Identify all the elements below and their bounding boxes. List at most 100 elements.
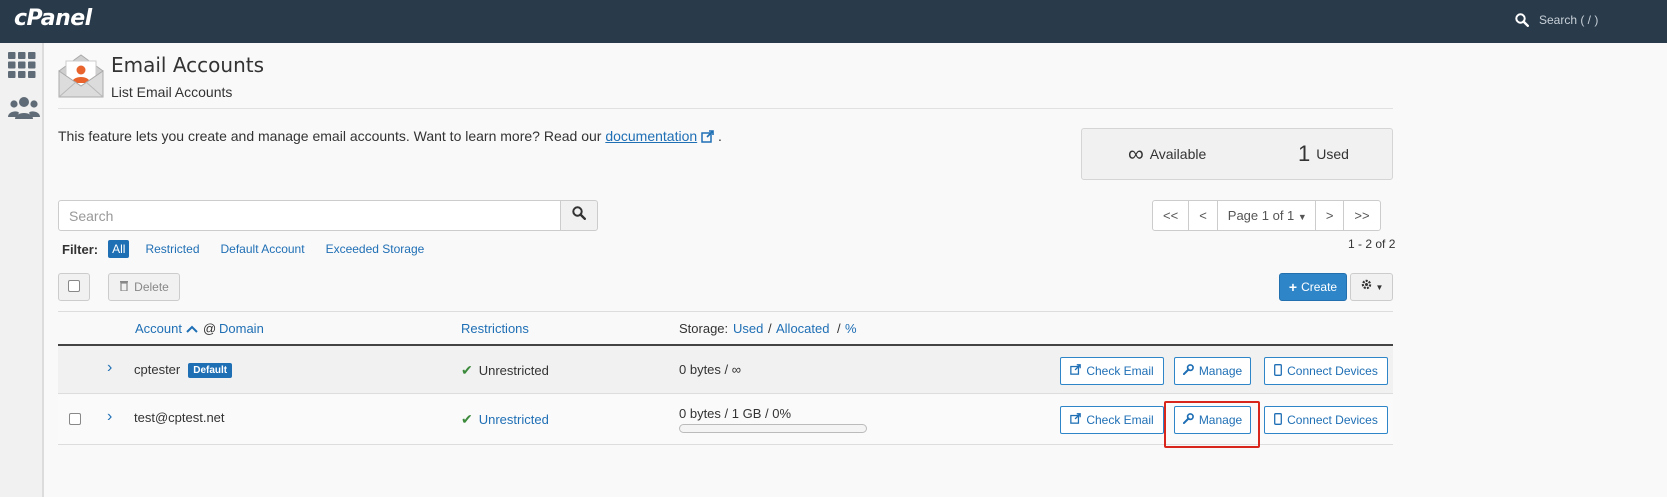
page-select[interactable]: Page 1 of 1 ▼ [1218,201,1316,230]
sort-asc-icon [185,321,198,336]
result-count: 1 - 2 of 2 [1348,237,1396,251]
page-select-label: Page 1 of 1 [1227,208,1295,223]
storage-separator: / [768,321,772,336]
trash-icon [119,280,129,294]
check-email-button[interactable]: Check Email [1060,357,1164,385]
check-email-label: Check Email [1086,364,1154,378]
intro-end: . [717,128,722,144]
search-icon [572,206,587,225]
connect-devices-button[interactable]: Connect Devices [1264,406,1388,434]
used-label: Used [1316,146,1349,162]
prev-page-button[interactable]: < [1189,201,1218,230]
manage-button[interactable]: Manage [1174,357,1251,385]
expand-row-icon[interactable]: › [107,359,112,377]
check-email-label: Check Email [1086,413,1154,427]
global-search-placeholder: Search ( / ) [1539,13,1599,27]
last-page-button[interactable]: >> [1344,201,1379,230]
connect-devices-label: Connect Devices [1287,364,1378,378]
filter-bar: Filter: All Restricted Default Account E… [62,240,445,258]
storage-separator: / [837,321,841,336]
available-value: ∞ [1128,141,1144,166]
row-checkbox[interactable] [69,413,81,425]
restriction-link[interactable]: Unrestricted [479,412,549,427]
sort-account-header[interactable]: Account [135,321,198,336]
users-icon[interactable] [8,95,40,123]
filter-restricted[interactable]: Restricted [145,242,199,256]
table-row: › test@cptest.net ✔ Unrestricted 0 bytes … [58,395,1393,448]
expand-row-icon[interactable]: › [107,408,112,426]
available-stat: ∞ Available [1128,141,1206,167]
used-stat: 1 Used [1298,141,1349,167]
sort-percent-header[interactable]: % [845,321,857,336]
settings-dropdown[interactable]: ▼ [1350,273,1393,301]
storage-progress-bar [679,424,867,433]
plus-icon: + [1288,279,1298,295]
account-header-label: Account [135,321,182,336]
check-email-button[interactable]: Check Email [1060,406,1164,434]
connect-devices-button[interactable]: Connect Devices [1264,357,1388,385]
search-input[interactable]: Search [58,200,561,231]
filter-label: Filter: [62,241,99,257]
manage-label: Manage [1198,364,1243,378]
external-link-icon[interactable] [701,130,714,146]
wrench-icon [1182,364,1194,378]
filter-exceeded-storage[interactable]: Exceeded Storage [326,242,425,256]
account-name: cptester Default [134,362,233,378]
storage-value: 0 bytes / ∞ [679,362,742,377]
checkmark-icon: ✔ [461,411,473,427]
sort-domain-header[interactable]: Domain [219,321,264,336]
search-icon [1515,13,1529,27]
available-label: Available [1149,146,1207,162]
table-header: Account @ Domain Restrictions Storage: U… [58,311,1393,346]
page-subtitle: List Email Accounts [111,84,233,100]
global-search[interactable]: Search ( / ) [1515,13,1598,27]
storage-value: 0 bytes / 1 GB / 0% [679,406,791,421]
page-header: Email Accounts List Email Accounts [58,53,1393,109]
delete-button[interactable]: Delete [108,273,180,301]
connect-devices-label: Connect Devices [1287,413,1378,427]
first-page-button[interactable]: << [1153,201,1190,230]
storage-header-label: Storage: [679,321,729,336]
intro-text: This feature lets you create and manage … [58,128,722,146]
table-row: › cptester Default ✔ Unrestricted 0 bytes … [58,346,1393,394]
search-button[interactable] [560,200,598,231]
delete-label: Delete [134,280,169,294]
sort-allocated-header[interactable]: Allocated [776,321,829,336]
create-label: Create [1301,280,1338,294]
account-stats: ∞ Available 1 Used [1081,128,1393,180]
mobile-icon [1274,363,1283,379]
checkmark-icon: ✔ [461,362,473,378]
gear-icon [1360,278,1373,296]
account-email: test@cptest.net [134,410,225,425]
caret-down-icon: ▼ [1375,282,1384,292]
page-title: Email Accounts [111,53,265,77]
restriction-label: Unrestricted [478,363,549,378]
at-separator: @ [203,321,217,336]
create-button[interactable]: + Create [1279,273,1347,301]
caret-down-icon: ▼ [1297,212,1307,222]
restriction-status: ✔ Unrestricted [461,362,549,379]
filter-all[interactable]: All [108,240,130,258]
mobile-icon [1274,412,1283,428]
sidebar [0,43,44,497]
documentation-link[interactable]: documentation [605,128,697,144]
external-link-icon [1070,413,1082,427]
cpanel-logo[interactable]: cPanel [14,6,92,31]
sort-restrictions-header[interactable]: Restrictions [461,321,529,336]
intro-body: This feature lets you create and manage … [58,128,606,144]
grid-icon[interactable] [8,52,36,80]
pagination: << < Page 1 of 1 ▼ > >> [1152,200,1381,231]
top-bar: cPanel Search ( / ) [0,0,1667,43]
select-all-checkbox[interactable] [68,280,80,292]
filter-default-account[interactable]: Default Account [221,242,305,256]
sort-used-header[interactable]: Used [733,321,763,336]
restriction-status: ✔ Unrestricted [461,411,549,428]
next-page-button[interactable]: > [1316,201,1345,230]
select-all-button[interactable] [58,273,90,301]
used-value: 1 [1298,141,1311,166]
account-email: cptester [134,362,181,377]
default-badge: Default [188,363,233,378]
external-link-icon [1070,364,1082,378]
manage-button-highlight [1164,401,1260,448]
email-accounts-icon [58,53,104,99]
